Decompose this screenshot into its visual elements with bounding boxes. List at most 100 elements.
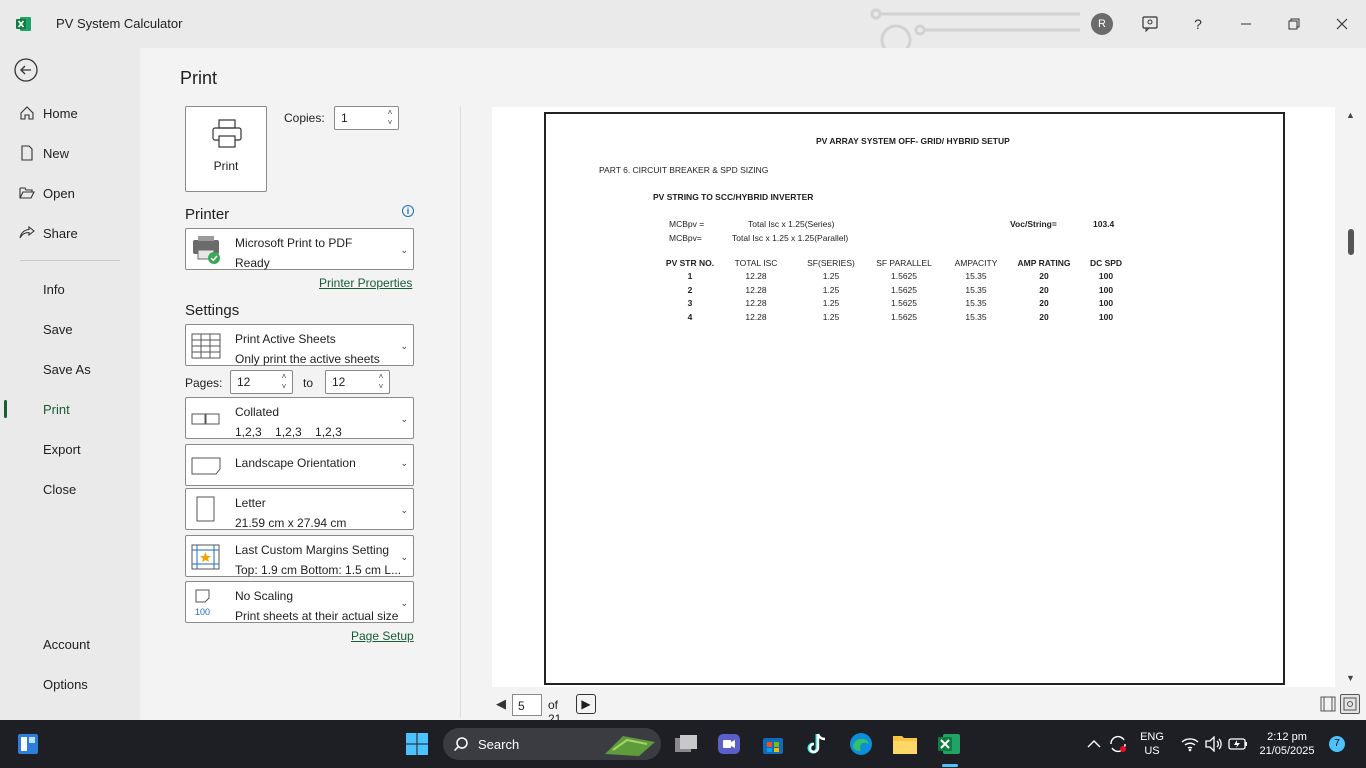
printer-properties-link[interactable]: Printer Properties: [319, 276, 412, 290]
nav-export[interactable]: Export: [0, 432, 140, 466]
show-margins-icon[interactable]: [1318, 694, 1338, 714]
scroll-thumb[interactable]: [1348, 229, 1354, 255]
window-title: PV System Calculator: [56, 16, 183, 31]
clock[interactable]: 2:12 pm 21/05/2025: [1252, 730, 1322, 758]
restore-icon[interactable]: [1282, 12, 1306, 36]
active-app-indicator: [942, 764, 958, 767]
minimize-icon[interactable]: [1234, 12, 1258, 36]
start-icon[interactable]: [401, 728, 433, 760]
nav-account[interactable]: Account: [0, 627, 140, 661]
voc-label: Voc/String=: [1010, 219, 1057, 229]
paper-size-select[interactable]: Letter 21.59 cm x 27.94 cm ⌄: [185, 488, 414, 530]
nav-home[interactable]: Home: [0, 96, 140, 130]
language-indicator[interactable]: ENG US: [1134, 730, 1170, 758]
panel-divider: [460, 106, 461, 718]
previous-page-icon[interactable]: ◀: [496, 696, 506, 712]
pages-label: Pages:: [185, 376, 223, 390]
landscape-icon: [191, 457, 221, 475]
print-what-sub: Only print the active sheets: [235, 352, 380, 366]
chevron-down-icon: ⌄: [400, 505, 408, 515]
pages-to-value: 12: [332, 375, 346, 389]
nav-open[interactable]: Open: [0, 176, 140, 210]
nav-options[interactable]: Options: [0, 667, 140, 701]
close-icon[interactable]: [1330, 12, 1354, 36]
nav-options-label: Options: [43, 676, 88, 692]
paper-portrait-icon: [196, 496, 215, 522]
table-header: TOTAL ISC: [734, 258, 778, 268]
table-cell: 1.5625: [891, 285, 917, 295]
table-cell: 1.5625: [891, 312, 917, 322]
table-cell: 20: [1039, 271, 1049, 281]
stepper-arrows-icon[interactable]: ˄ ˅: [385, 108, 395, 128]
print-what-select[interactable]: Print Active Sheets Only print the activ…: [185, 324, 414, 366]
orientation-select[interactable]: Landscape Orientation ⌄: [185, 444, 414, 486]
user-avatar[interactable]: R: [1091, 13, 1113, 35]
next-page-icon[interactable]: ▶: [576, 694, 596, 714]
printer-name: Microsoft Print to PDF: [235, 236, 353, 250]
current-page-input[interactable]: 5: [512, 694, 542, 716]
table-cell: 12.28: [745, 298, 767, 308]
nav-save[interactable]: Save: [0, 312, 140, 346]
nav-print[interactable]: Print: [0, 392, 140, 426]
nav-close[interactable]: Close: [0, 472, 140, 506]
page-setup-link[interactable]: Page Setup: [351, 629, 414, 643]
doc-subtitle: PV STRING TO SCC/HYBRID INVERTER: [653, 192, 814, 202]
teams-meet-icon[interactable]: [713, 728, 745, 760]
back-arrow-icon[interactable]: [14, 58, 38, 82]
scaling-select[interactable]: 100 No Scaling Print sheets at their act…: [185, 581, 414, 623]
file-explorer-icon[interactable]: [889, 728, 921, 760]
zoom-to-page-icon[interactable]: [1340, 694, 1360, 714]
margins-select[interactable]: Last Custom Margins Setting Top: 1.9 cm …: [185, 535, 414, 577]
tiktok-icon[interactable]: [801, 728, 833, 760]
help-icon[interactable]: ?: [1186, 12, 1210, 36]
search-highlight-image: [605, 736, 655, 756]
store-icon[interactable]: [757, 728, 789, 760]
svg-text:100: 100: [195, 607, 210, 617]
task-view-icon[interactable]: [670, 728, 702, 760]
clock-time: 2:12 pm: [1267, 731, 1307, 743]
stepper-arrows-icon[interactable]: ˄ ˅: [279, 372, 289, 392]
edge-icon[interactable]: [845, 728, 877, 760]
sheets-grid-icon: [191, 333, 221, 359]
mcb-parallel-label: MCBpv=: [669, 233, 702, 243]
taskbar-search[interactable]: Search: [443, 728, 661, 760]
notification-badge[interactable]: 7: [1329, 736, 1345, 752]
excel-taskbar-icon[interactable]: [933, 728, 965, 760]
nav-export-label: Export: [43, 441, 81, 457]
circuit-decoration: [870, 8, 1080, 48]
copies-stepper[interactable]: 1 ˄ ˅: [334, 106, 399, 130]
info-icon[interactable]: i: [402, 205, 414, 217]
nav-new[interactable]: New: [0, 136, 140, 170]
scaling-sub: Print sheets at their actual size: [235, 609, 399, 623]
scaling-main: No Scaling: [235, 589, 294, 603]
printer-select[interactable]: Microsoft Print to PDF Ready ⌄: [185, 228, 414, 270]
stepper-arrows-icon[interactable]: ˄ ˅: [376, 372, 386, 392]
table-cell: 100: [1098, 312, 1114, 322]
paper-size-sub: 21.59 cm x 27.94 cm: [235, 516, 347, 530]
printer-status: Ready: [235, 256, 270, 270]
share-icon: [17, 225, 37, 241]
pages-to-stepper[interactable]: 12 ˄ ˅: [325, 370, 390, 394]
scroll-up-icon[interactable]: ▲: [1346, 110, 1355, 120]
search-label: Search: [478, 737, 520, 752]
feedback-icon[interactable]: [1138, 12, 1162, 36]
sync-icon[interactable]: [1102, 728, 1134, 760]
pages-from-stepper[interactable]: 12 ˄ ˅: [230, 370, 293, 394]
table-cell: 1.5625: [891, 271, 917, 281]
nav-save-as-label: Save As: [43, 361, 91, 377]
print-button[interactable]: Print: [185, 106, 267, 192]
nav-save-as[interactable]: Save As: [0, 352, 140, 386]
preview-scrollbar[interactable]: ▲ ▼: [1343, 107, 1359, 687]
battery-icon[interactable]: [1222, 728, 1254, 760]
table-cell: 15.35: [965, 312, 987, 322]
table-cell: 20: [1039, 312, 1049, 322]
title-bar: PV System Calculator R ?: [0, 0, 1366, 48]
nav-share[interactable]: Share: [0, 216, 140, 250]
scroll-down-icon[interactable]: ▼: [1346, 673, 1355, 683]
collation-select[interactable]: Collated 1,2,3 1,2,3 1,2,3 ⌄: [185, 397, 414, 439]
copies-label: Copies:: [284, 111, 325, 125]
nav-home-label: Home: [43, 105, 78, 121]
print-what-main: Print Active Sheets: [235, 332, 336, 346]
widgets-icon[interactable]: [12, 728, 44, 760]
nav-info[interactable]: Info: [0, 272, 140, 306]
